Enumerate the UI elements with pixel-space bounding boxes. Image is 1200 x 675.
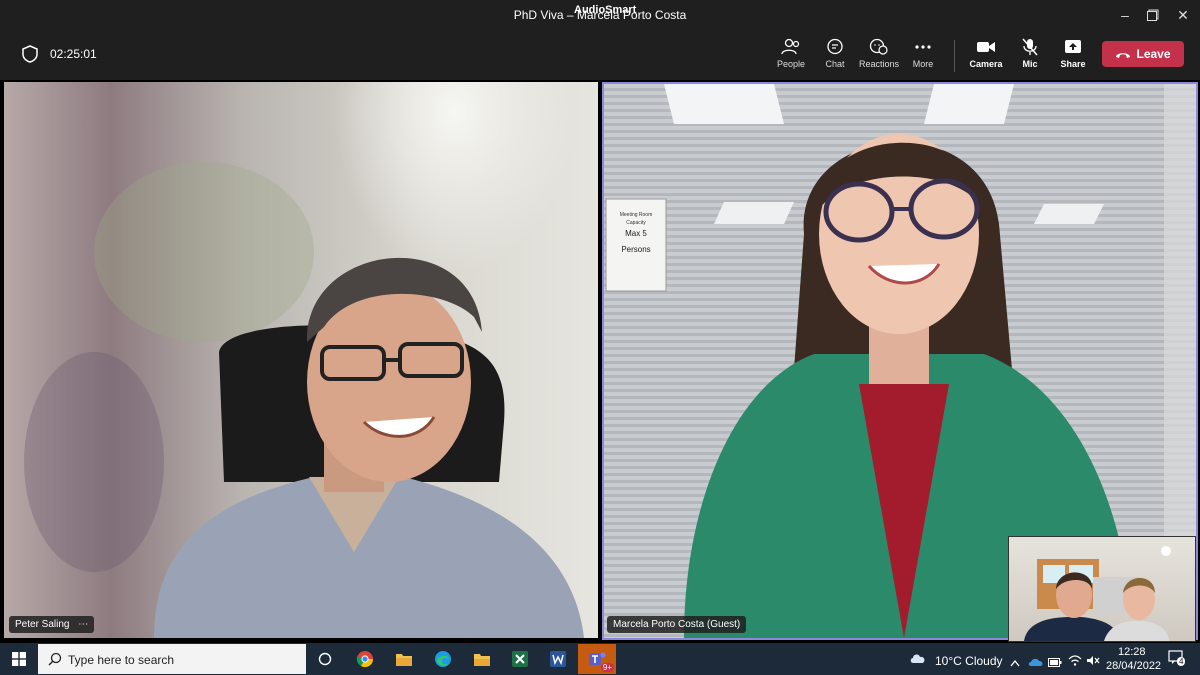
participant-video-peter — [24, 162, 584, 638]
chat-button[interactable]: Chat — [813, 38, 857, 74]
people-icon — [781, 38, 800, 55]
people-button[interactable]: People — [769, 38, 813, 74]
share-label: Share — [1060, 59, 1086, 69]
clock-date[interactable]: 28/04/2022 — [1106, 660, 1161, 672]
shield-icon — [22, 45, 38, 68]
hangup-icon — [1116, 53, 1131, 58]
more-label: More — [912, 59, 934, 69]
camera-button[interactable]: Camera — [964, 38, 1008, 74]
word-icon[interactable] — [545, 646, 571, 672]
weather-icon[interactable] — [909, 651, 927, 669]
meeting-timer: 02:25:01 — [50, 47, 97, 61]
participant-name-tag-right: Marcela Porto Costa (Guest) — [607, 616, 747, 633]
reactions-label: Reactions — [858, 59, 900, 69]
more-icon — [915, 45, 931, 49]
chat-label: Chat — [825, 59, 845, 69]
notifications-icon[interactable]: 4 — [1168, 649, 1186, 670]
chat-icon — [827, 38, 843, 55]
task-view-icon[interactable] — [312, 646, 338, 672]
teams-icon[interactable]: 9+ — [578, 644, 616, 674]
leave-label: Leave — [1136, 47, 1171, 61]
weather-text[interactable]: 10°C Cloudy — [935, 654, 1003, 668]
sign-line-1: Meeting Room — [620, 212, 653, 218]
reactions-icon — [869, 38, 888, 55]
chrome-icon[interactable] — [352, 646, 378, 672]
mic-label: Mic — [1022, 59, 1038, 69]
video-tile-peter[interactable] — [4, 82, 598, 638]
self-view-participants — [1024, 546, 1171, 641]
sign-line-4: Persons — [621, 245, 650, 254]
chevron-up-icon[interactable] — [1010, 654, 1020, 672]
speaker-muted-icon[interactable] — [1086, 653, 1100, 671]
onedrive-cloud-icon[interactable] — [1028, 654, 1044, 672]
toolbar-divider — [954, 40, 955, 72]
participant-name-left: Peter Saling — [15, 619, 70, 630]
teams-notification-badge: 9+ — [600, 663, 614, 672]
participant-name-tag-left: Peter Saling ⋯ — [9, 616, 95, 633]
battery-icon[interactable] — [1048, 654, 1062, 672]
edge-icon[interactable] — [430, 646, 456, 672]
windows-start-icon[interactable] — [12, 652, 26, 671]
clock-time[interactable]: 12:28 — [1118, 646, 1146, 658]
self-view-video[interactable] — [1008, 536, 1196, 642]
mic-muted-icon — [1022, 38, 1038, 56]
folder-icon[interactable] — [469, 646, 495, 672]
wifi-icon[interactable] — [1068, 653, 1082, 671]
excel-icon[interactable] — [507, 646, 533, 672]
file-explorer-icon[interactable] — [391, 646, 417, 672]
camera-label: Camera — [969, 59, 1003, 69]
leave-button[interactable]: Leave — [1102, 41, 1184, 67]
share-button[interactable]: Share — [1051, 38, 1095, 74]
mic-button[interactable]: Mic — [1008, 38, 1052, 74]
sign-line-2: Capacity — [626, 220, 646, 226]
people-label: People — [776, 59, 806, 69]
search-placeholder: Type here to search — [68, 653, 175, 667]
share-icon — [1065, 40, 1081, 53]
more-button[interactable]: More — [901, 38, 945, 74]
minimize-icon[interactable]: – — [1114, 4, 1136, 26]
taskbar-search-box[interactable]: Type here to search — [38, 644, 306, 674]
reactions-button[interactable]: Reactions — [857, 38, 901, 74]
participant-options-icon[interactable]: ⋯ — [78, 619, 88, 630]
sign-line-3: Max 5 — [625, 229, 647, 238]
maximize-icon[interactable] — [1142, 4, 1164, 26]
close-icon[interactable]: ✕ — [1172, 4, 1194, 26]
search-icon — [48, 652, 62, 666]
participant-name-right: Marcela Porto Costa (Guest) — [613, 619, 741, 630]
audiosmart-overlay-label: AudioSmart — [574, 4, 637, 16]
camera-icon — [977, 42, 995, 52]
